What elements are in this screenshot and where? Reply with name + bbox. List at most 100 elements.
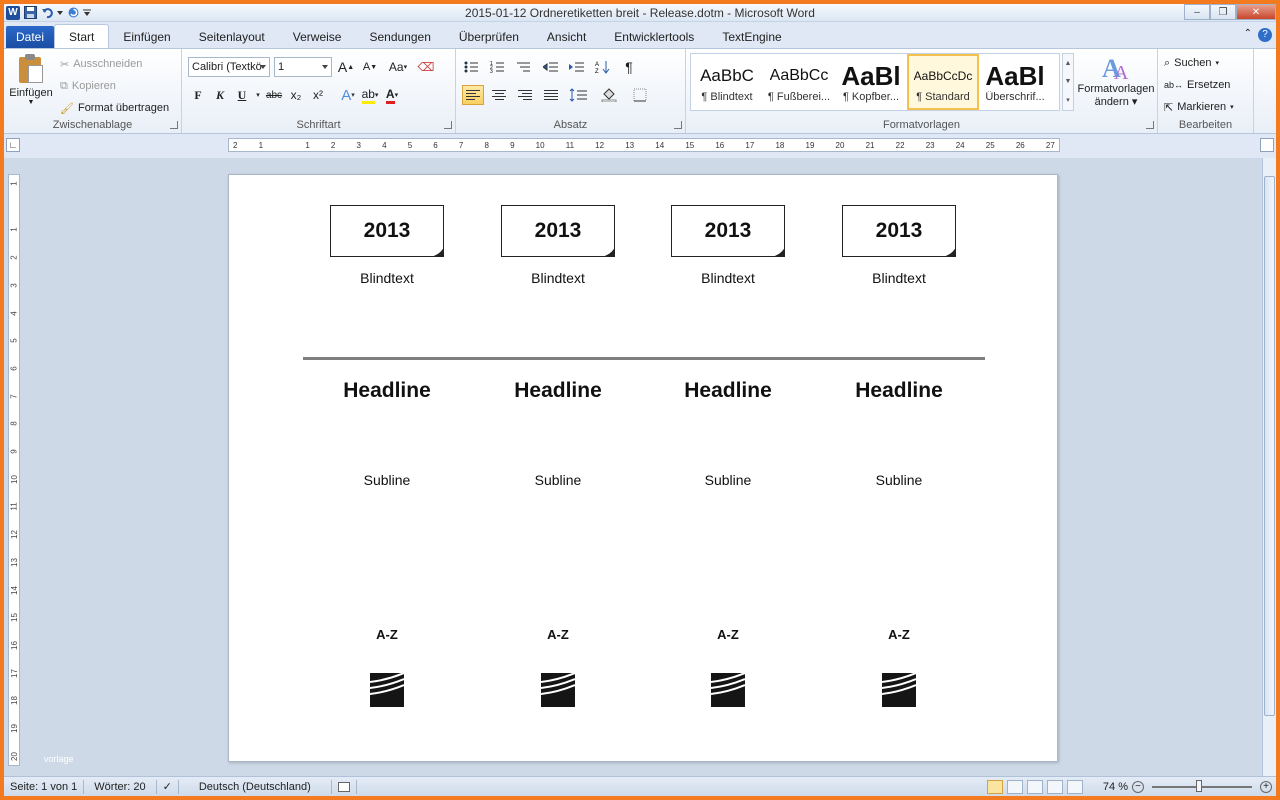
vertical-ruler[interactable]: 1 1 2 3 4 5 6 7 8 9 10 11 12 13 14 15 16 17 18 19 20 — [8, 174, 20, 766]
outline-view-button[interactable] — [1046, 780, 1063, 794]
italic-button[interactable]: K — [210, 85, 230, 105]
justify-button[interactable] — [540, 85, 562, 105]
close-button[interactable]: ✕ — [1236, 4, 1276, 20]
paste-dropdown-icon[interactable]: ▼ — [28, 99, 35, 106]
language-indicator[interactable]: Deutsch (Deutschland) — [179, 779, 332, 794]
word-app-icon[interactable]: W — [6, 5, 20, 20]
scroll-up-icon[interactable]: ▲ — [1065, 60, 1072, 67]
proofing-button[interactable]: ✓ — [157, 779, 179, 794]
underline-dropdown-icon[interactable]: ▾ — [254, 85, 262, 105]
font-name-combo[interactable]: Calibri (Textkö — [188, 57, 270, 77]
view-ruler-icon[interactable] — [1260, 138, 1274, 152]
save-icon[interactable] — [23, 6, 37, 20]
document-page[interactable]: 2013 Blindtext Headline Subline A-Z 2013 Blind… — [228, 174, 1058, 762]
superscript-button[interactable]: x² — [308, 85, 328, 105]
chevron-down-icon: ▾ — [1230, 104, 1234, 111]
draft-view-button[interactable] — [1066, 780, 1083, 794]
tab-start[interactable]: Start — [54, 24, 110, 48]
change-styles-button[interactable]: AA Formatvorlagen ändern ▾ — [1077, 53, 1154, 115]
text-effects-button[interactable]: A ▾ — [338, 85, 358, 105]
font-size-combo[interactable]: 1 — [274, 57, 332, 77]
zoom-slider-thumb[interactable] — [1196, 780, 1202, 792]
styles-launcher-icon[interactable] — [1146, 121, 1154, 129]
style-standard[interactable]: AaBbCcDc ¶ Standard — [907, 54, 979, 110]
shrink-font-button[interactable]: A ▼ — [360, 57, 380, 77]
align-right-button[interactable] — [514, 85, 536, 105]
minimize-ribbon-icon[interactable]: ⌃ — [1244, 28, 1252, 42]
tab-textengine[interactable]: TextEngine — [708, 26, 795, 48]
replace-button[interactable]: ab↔ Ersetzen — [1164, 75, 1234, 95]
maximize-button[interactable]: ❐ — [1210, 4, 1236, 20]
horizontal-ruler[interactable]: 2 1 1 2 3 4 5 6 7 8 9 10 11 12 13 14 15 16 17 18 19 20 21 22 23 2… — [228, 138, 1060, 152]
word-count[interactable]: Wörter: 20 — [84, 779, 157, 794]
change-case-button[interactable]: Aa ▾ — [384, 57, 412, 77]
scrollbar-thumb[interactable] — [1264, 176, 1275, 716]
style-footer[interactable]: AaBbCc ¶ Fußberei... — [763, 54, 835, 110]
zoom-out-button[interactable]: − — [1132, 781, 1144, 793]
clipboard-launcher-icon[interactable] — [170, 121, 178, 129]
minimize-button[interactable]: ‒ — [1184, 4, 1210, 20]
font-color-button[interactable]: A ▾ — [382, 85, 402, 105]
scroll-down-icon[interactable]: ▼ — [1065, 78, 1072, 85]
increase-indent-icon[interactable] — [566, 57, 588, 77]
line-spacing-button[interactable] — [566, 85, 594, 105]
styles-gallery-scroll[interactable]: ▲ ▼ ▾ — [1062, 53, 1074, 111]
find-button[interactable]: ⌕ Suchen ▾ — [1164, 53, 1234, 73]
shading-button[interactable] — [598, 85, 626, 105]
paragraph-launcher-icon[interactable] — [674, 121, 682, 129]
tab-selector[interactable]: ∟ — [6, 138, 20, 152]
tab-review[interactable]: Überprüfen — [445, 26, 533, 48]
tab-mailings[interactable]: Sendungen — [355, 26, 444, 48]
decrease-indent-icon[interactable] — [540, 57, 562, 77]
style-blindtext[interactable]: AaBbC ¶ Blindtext — [691, 54, 763, 110]
clear-formatting-button[interactable]: ⌫ — [416, 57, 436, 77]
ruler-tick-label: 26 — [1015, 140, 1025, 150]
redo-icon[interactable] — [66, 6, 80, 20]
bold-button[interactable]: F — [188, 85, 208, 105]
subscript-button[interactable]: x₂ — [286, 85, 306, 105]
format-painter-button[interactable]: 🖌 Format übertragen — [60, 99, 169, 117]
paste-button[interactable]: Einfügen ▼ — [6, 53, 56, 119]
vertical-scrollbar[interactable] — [1262, 158, 1276, 776]
web-layout-button[interactable] — [1026, 780, 1043, 794]
highlight-button[interactable]: ab ▾ — [360, 85, 380, 105]
stripes-logo-icon — [711, 673, 745, 707]
zoom-slider[interactable] — [1152, 780, 1252, 792]
bullets-icon[interactable] — [462, 57, 484, 77]
multilevel-list-icon[interactable] — [514, 57, 536, 77]
style-header[interactable]: AaBl ¶ Kopfber... — [835, 54, 907, 110]
borders-button[interactable] — [630, 85, 658, 105]
undo-dropdown-icon[interactable] — [57, 6, 63, 20]
copy-button[interactable]: ⧉ Kopieren — [60, 77, 169, 95]
help-icon[interactable]: ? — [1258, 28, 1272, 42]
grow-font-button[interactable]: A ▲ — [336, 57, 356, 77]
font-launcher-icon[interactable] — [444, 121, 452, 129]
show-formatting-button[interactable]: ¶ — [618, 57, 640, 77]
align-center-button[interactable] — [488, 85, 510, 105]
strikethrough-button[interactable]: abc — [264, 85, 284, 105]
tab-references[interactable]: Verweise — [279, 26, 356, 48]
select-button[interactable]: ⇱ Markieren ▾ — [1164, 97, 1234, 117]
customize-qat-icon[interactable] — [83, 6, 91, 20]
cut-button[interactable]: ✂ Ausschneiden — [60, 55, 169, 73]
underline-button[interactable]: U — [232, 85, 252, 105]
gallery-more-icon[interactable]: ▾ — [1066, 96, 1070, 104]
print-layout-view-button[interactable] — [986, 780, 1003, 794]
tab-insert[interactable]: Einfügen — [109, 26, 184, 48]
align-left-button[interactable] — [462, 85, 484, 105]
tab-page-layout[interactable]: Seitenlayout — [185, 26, 279, 48]
page-count[interactable]: Seite: 1 von 1 — [4, 779, 85, 794]
sort-icon[interactable]: AZ — [592, 57, 614, 77]
tab-developer[interactable]: Entwicklertools — [600, 26, 708, 48]
numbering-icon[interactable]: 123 — [488, 57, 510, 77]
ruler-tick-label: 6 — [433, 140, 438, 150]
macro-record-button[interactable] — [332, 779, 357, 794]
ruler-tick-label: 4 — [382, 140, 387, 150]
zoom-level[interactable]: 74 % — [1103, 781, 1128, 793]
full-screen-reading-button[interactable] — [1006, 780, 1023, 794]
style-heading[interactable]: AaBl Überschrif... — [979, 54, 1051, 110]
tab-file[interactable]: Datei — [6, 26, 54, 48]
tab-view[interactable]: Ansicht — [533, 26, 600, 48]
zoom-in-button[interactable]: + — [1260, 781, 1272, 793]
undo-icon[interactable] — [40, 6, 54, 20]
